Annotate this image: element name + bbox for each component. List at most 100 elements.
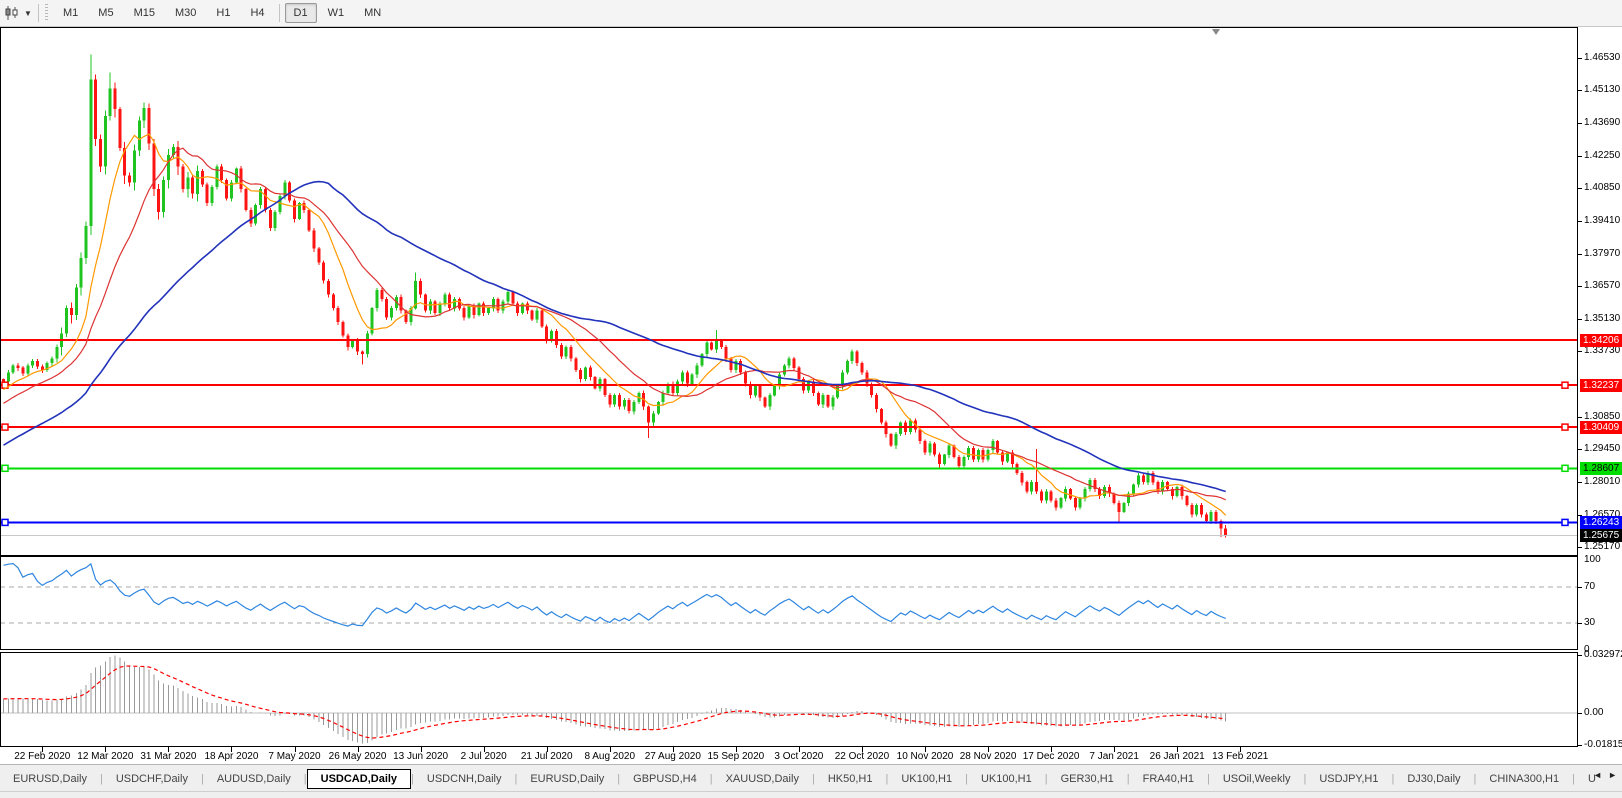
axis-tick [1578,547,1582,548]
timeframe-button-m1[interactable]: M1 [54,3,87,23]
trading-terminal-window: ▼ M1 M5 M15 M30 H1 H4 D1 W1 MN ▼ USDCAD,Daily 1.2… [0,0,1622,798]
tab-gbpusd-h4[interactable]: GBPUSD,H4 [620,769,710,789]
timeframe-button-d1[interactable]: D1 [284,3,317,23]
tab-dj30-daily[interactable]: DJ30,Daily [1394,769,1473,789]
axis-tick [1578,318,1582,320]
timeframe-toolbar: ▼ M1 M5 M15 M30 H1 H4 D1 W1 MN [0,0,1622,27]
rsi-scale-label: 30 [1584,617,1596,628]
tab-usdjpy-h1[interactable]: USDJPY,H1 [1306,769,1391,789]
tab-scroll-left-icon[interactable]: ◄ [1590,768,1605,782]
timeframe-button-h1[interactable]: H1 [207,3,239,23]
rsi-indicator-panel[interactable] [0,556,1578,650]
date-label: 15 Sep 2020 [707,751,765,762]
tab-usdcad-daily[interactable]: USDCAD,Daily [306,768,412,789]
date-label: 22 Oct 2020 [834,751,890,762]
tab-china300-h1[interactable]: CHINA300,H1 [1476,769,1572,789]
date-label: 18 Apr 2020 [204,751,259,762]
axis-tick [1578,655,1582,656]
price-tick-label: 1.36570 [1584,280,1621,292]
date-label: 22 Feb 2020 [14,751,71,762]
date-label: 13 Jun 2020 [393,751,449,762]
axis-tick [1578,155,1582,157]
timeframe-button-m15[interactable]: M15 [125,3,164,23]
tab-ger30-h1[interactable]: GER30,H1 [1048,769,1127,789]
tab-scroll-right-icon[interactable]: ► [1605,768,1620,782]
toolbar-separator [278,4,280,22]
axis-tick [1578,449,1582,451]
main-price-chart[interactable] [0,27,1578,556]
price-tick-label: 1.37970 [1584,247,1621,259]
timeframe-button-m5[interactable]: M5 [89,3,122,23]
axis-tick [1578,221,1582,222]
date-label: 8 Aug 2020 [584,751,636,762]
timeframe-button-h4[interactable]: H4 [241,3,273,23]
price-tick-label: 1.43690 [1584,117,1621,129]
timeframe-buttons: M1 M5 M15 M30 H1 H4 D1 W1 MN [53,3,391,23]
chart-tab-bar: EURUSD,Daily | USDCHF,Daily | AUDUSD,Daily | U… [0,764,1622,792]
candlestick-chart-icon[interactable] [2,4,22,22]
rsi-scale-label: 0 [1584,644,1590,655]
axis-tick [1578,416,1582,418]
rsi-scale-label: 70 [1584,581,1596,592]
tab-fra40-h1[interactable]: FRA40,H1 [1130,769,1207,789]
chart-type-dropdown-caret[interactable]: ▼ [22,9,34,18]
date-label: 27 Aug 2020 [644,751,701,762]
axis-tick [1578,123,1582,125]
macd-scale-label: -0.018154 [1584,739,1622,750]
date-label: 17 Dec 2020 [1022,751,1080,762]
status-strip [0,791,1622,798]
tab-uk100-h1[interactable]: UK100,H1 [888,769,965,789]
level-price-tag: 1.28607 [1580,461,1622,475]
date-label: 7 Jan 2021 [1089,751,1139,762]
timeframe-button-m30[interactable]: M30 [166,3,205,23]
axis-tick [1578,253,1582,255]
date-axis[interactable]: 22 Feb 2020 12 Mar 2020 31 Mar 2020 18 Apr … [0,747,1578,764]
price-tick-label: 1.39410 [1584,215,1621,226]
axis-tick [1578,351,1582,353]
axis-tick [1578,188,1582,190]
level-price-tag: 1.26243 [1580,515,1622,529]
macd-indicator-panel[interactable] [0,652,1578,747]
date-label: 31 Mar 2020 [140,751,197,762]
price-tick-label: 1.25170 [1584,541,1621,552]
price-tick-label: 1.29450 [1584,443,1621,455]
tab-eurusd-daily[interactable]: EURUSD,Daily [517,769,617,789]
axis-tick [1578,587,1582,588]
axis-tick [1578,713,1582,715]
current-price-tag: 1.25675 [1580,528,1622,542]
date-label: 28 Nov 2020 [959,751,1017,762]
axis-tick [1578,286,1582,288]
level-price-tag: 1.34206 [1580,333,1622,347]
tab-hk50-h1[interactable]: HK50,H1 [815,769,886,789]
tab-audusd-daily[interactable]: AUDUSD,Daily [204,769,304,789]
tab-xauusd-daily[interactable]: XAUUSD,Daily [713,769,812,789]
date-label: 13 Feb 2021 [1212,751,1269,762]
axis-tick [1578,481,1582,483]
date-label: 21 Jul 2020 [520,751,573,762]
tab-eurusd-daily[interactable]: EURUSD,Daily [0,769,100,789]
date-label: 7 May 2020 [268,751,321,762]
price-tick-label: 1.46530 [1584,52,1621,63]
date-label: 26 Jan 2021 [1149,751,1205,762]
date-label: 2 Jul 2020 [460,751,507,762]
axis-tick [1578,58,1582,59]
toolbar-separator [38,4,39,22]
axis-tick [1578,623,1582,624]
price-tick-label: 1.33730 [1584,345,1621,357]
tab-usdchf-daily[interactable]: USDCHF,Daily [103,769,201,789]
tab-scroll-arrows: ◄ ► [1590,768,1620,782]
rsi-scale-label: 100 [1584,554,1601,565]
tab-usoil-weekly[interactable]: USOil,Weekly [1210,769,1304,789]
timeframe-button-mn[interactable]: MN [355,3,390,23]
date-label: 26 May 2020 [328,751,387,762]
tab-uk100-h1[interactable]: UK100,H1 [968,769,1045,789]
level-price-tag: 1.30409 [1580,420,1622,434]
toolbar-drag-handle[interactable] [45,4,48,22]
tab-usdcnh-daily[interactable]: USDCNH,Daily [414,769,515,789]
timeframe-button-w1[interactable]: W1 [319,3,354,23]
price-tick-label: 1.45130 [1584,84,1621,96]
date-label: 10 Nov 2020 [896,751,954,762]
axis-tick [1578,90,1582,92]
price-axis[interactable]: 0.0329720.00-0.0181541.465301.451301.436… [1578,27,1622,763]
price-tick-label: 1.28010 [1584,475,1621,487]
